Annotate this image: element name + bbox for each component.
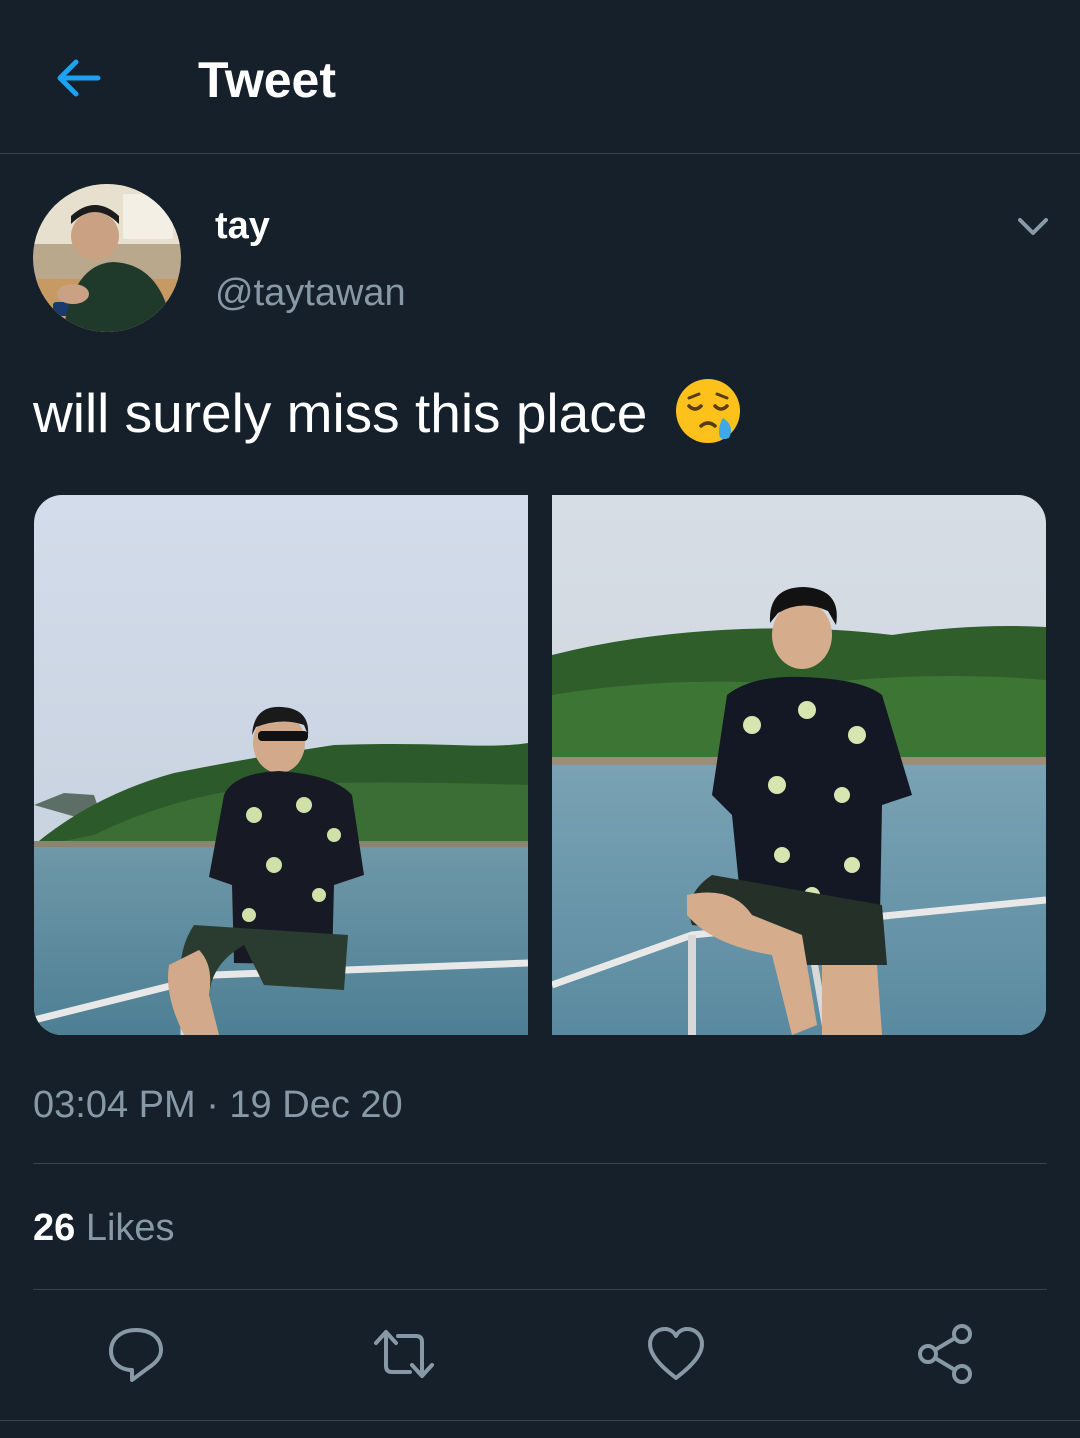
arrow-left-icon: [57, 59, 101, 97]
back-button[interactable]: [50, 50, 106, 106]
chevron-down-icon: [1018, 218, 1048, 235]
display-name[interactable]: tay: [215, 203, 270, 249]
reply-button[interactable]: [104, 1322, 168, 1386]
page-title: Tweet: [198, 52, 336, 108]
top-bar: Tweet: [0, 0, 1080, 154]
likes-summary[interactable]: 26 Likes: [33, 1203, 175, 1253]
user-handle[interactable]: @taytawan: [215, 270, 406, 316]
retweet-button[interactable]: [372, 1322, 436, 1386]
tweet-timestamp: 03:04 PM · 19 Dec 20: [33, 1084, 403, 1126]
more-options-button[interactable]: [1010, 203, 1056, 249]
tweet-photo-1[interactable]: [34, 495, 528, 1035]
bottom-divider: [0, 1420, 1080, 1421]
likes-label: Likes: [75, 1207, 175, 1249]
divider: [33, 1289, 1047, 1290]
sleepy-face-emoji: [673, 376, 743, 446]
tweet-text: will surely miss this place: [33, 376, 743, 448]
share-icon: [918, 1324, 972, 1384]
likes-count: 26: [33, 1207, 76, 1249]
retweet-icon: [374, 1330, 434, 1378]
reply-icon: [109, 1328, 163, 1382]
like-icon: [648, 1327, 704, 1380]
divider: [33, 1163, 1047, 1164]
avatar[interactable]: [33, 184, 181, 332]
like-button[interactable]: [644, 1322, 708, 1386]
tweet-photo-2[interactable]: [552, 495, 1046, 1035]
share-button[interactable]: [914, 1322, 978, 1386]
tweet-text-content: will surely miss this place: [33, 382, 648, 444]
